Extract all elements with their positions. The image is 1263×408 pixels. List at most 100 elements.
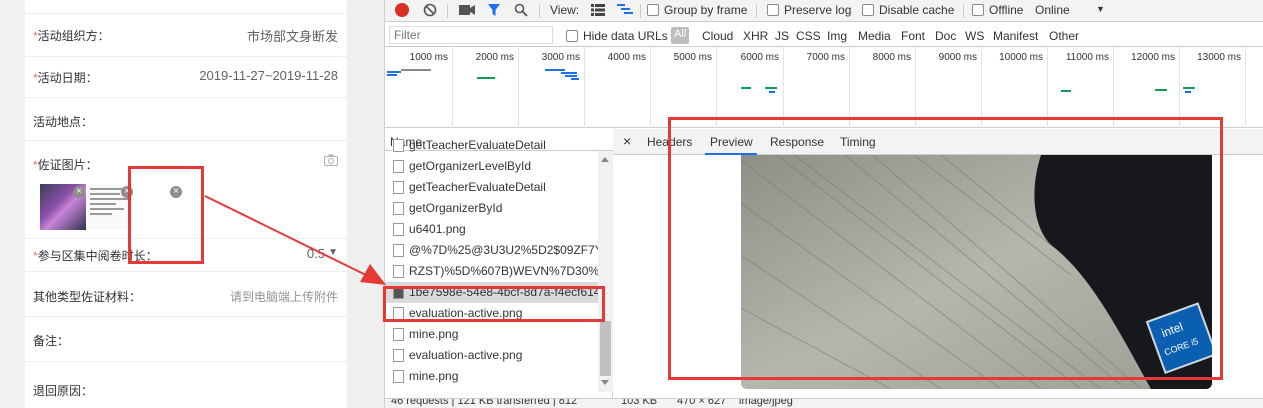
filter-icon[interactable] <box>487 3 501 17</box>
timeline-tick-label: 11000 ms <box>1065 52 1109 63</box>
checkbox-box <box>647 4 659 16</box>
timeline-tick-label: 12000 ms <box>1131 52 1175 63</box>
timeline-gridline <box>849 47 850 128</box>
timeline-bar <box>545 69 565 71</box>
close-icon[interactable]: × <box>623 133 631 149</box>
request-name: getTeacherEvaluateDetail <box>409 138 546 152</box>
timeline-gridline <box>716 47 717 128</box>
request-row[interactable]: getOrganizerById <box>385 198 598 219</box>
filter-type-all[interactable]: All <box>671 27 690 44</box>
timeline-bar <box>401 69 431 71</box>
toolbar-separator <box>756 4 757 18</box>
filter-type-xhr[interactable]: XHR <box>743 29 768 43</box>
offline-checkbox[interactable]: Offline <box>972 3 1023 17</box>
request-row[interactable]: evaluation-active.png <box>385 345 598 366</box>
disable-cache-checkbox[interactable]: Disable cache <box>862 3 954 17</box>
request-row[interactable]: mine.png <box>385 324 598 345</box>
filter-type-font[interactable]: Font <box>901 29 925 43</box>
timeline-bar <box>477 77 495 79</box>
request-row[interactable]: getTeacherEvaluateDetail <box>385 177 598 198</box>
timeline-tick-label: 8000 ms <box>872 52 911 63</box>
form-label: *佐证图片： <box>33 156 98 173</box>
chevron-down-icon[interactable]: ▼ <box>1096 4 1105 14</box>
timeline-gridline <box>981 47 982 128</box>
checkbox-label: Preserve log <box>784 3 852 17</box>
checkbox-label: Disable cache <box>879 3 955 17</box>
form-label: 备注： <box>33 334 70 348</box>
form-row-organizer: *活动组织方： 市场部文身断发 <box>25 14 347 57</box>
record-icon[interactable] <box>395 3 409 17</box>
checkbox-label: Offline <box>989 3 1024 17</box>
request-row[interactable]: u6401.png <box>385 219 598 240</box>
request-row[interactable]: mine.png <box>385 366 598 387</box>
filter-input[interactable] <box>389 26 553 44</box>
request-list-scrollbar[interactable] <box>598 151 613 392</box>
search-icon[interactable] <box>514 3 528 17</box>
checkbox-box <box>862 4 874 16</box>
request-row[interactable]: getTeacherEvaluateDetail <box>385 135 598 156</box>
toolbar-separator <box>447 4 448 18</box>
left-gutter <box>0 0 25 408</box>
checkbox-label: Hide data URLs <box>583 29 668 43</box>
label-text: 活动日期： <box>37 71 98 85</box>
preserve-log-checkbox[interactable]: Preserve log <box>767 3 851 17</box>
timeline-tick-label: 5000 ms <box>673 52 712 63</box>
filter-type-css[interactable]: CSS <box>796 29 821 43</box>
filter-type-manifest[interactable]: Manifest <box>993 29 1038 43</box>
remove-image-icon[interactable]: × <box>73 186 85 198</box>
doc-line <box>90 208 124 210</box>
camera-icon[interactable] <box>324 154 338 166</box>
request-list: Name getTeacherEvaluateDetail getOrganize… <box>385 129 613 408</box>
file-icon <box>393 181 404 194</box>
screenshot-camera-icon[interactable] <box>459 4 475 16</box>
timeline-bar <box>387 74 397 76</box>
scroll-thumb[interactable] <box>600 321 611 376</box>
request-row[interactable]: getOrganizerLevelById <box>385 156 598 177</box>
organizer-value[interactable]: 市场部文身断发 <box>247 26 338 45</box>
file-icon <box>393 160 404 173</box>
filter-type-other[interactable]: Other <box>1049 29 1079 43</box>
request-name: evaluation-active.png <box>409 348 523 362</box>
waterfall-icon[interactable] <box>617 4 633 16</box>
request-name: mine.png <box>409 369 459 383</box>
duration-value[interactable]: 0.5 <box>307 246 325 261</box>
timeline-bar <box>387 71 401 73</box>
hide-data-urls-checkbox[interactable]: Hide data URLs <box>566 29 668 43</box>
filter-type-js[interactable]: JS <box>775 29 789 43</box>
form-label: 其他类型佐证材料： <box>33 290 142 304</box>
scroll-up-icon[interactable] <box>601 157 609 162</box>
preview-mime: image/jpeg <box>739 398 793 407</box>
file-icon <box>393 139 404 152</box>
filter-type-media[interactable]: Media <box>858 29 891 43</box>
filter-type-ws[interactable]: WS <box>965 29 984 43</box>
doc-line <box>90 213 112 215</box>
form-row-other-materials: 其他类型佐证材料： 请到电脑端上传附件 <box>25 272 347 317</box>
network-toolbar: View: Group by frame Preserve log Disabl… <box>385 0 1263 22</box>
doc-line <box>90 203 116 205</box>
label-text: 佐证图片： <box>37 158 98 172</box>
doc-line <box>90 198 128 200</box>
filter-type-cloud[interactable]: Cloud <box>702 29 733 43</box>
annotation-box-missing-image <box>128 166 204 264</box>
date-value[interactable]: 2019-11-27~2019-11-28 <box>199 68 338 83</box>
timeline-tick-label: 13000 ms <box>1197 52 1241 63</box>
timeline-bar <box>561 72 577 74</box>
filter-type-doc[interactable]: Doc <box>935 29 956 43</box>
file-icon <box>393 223 404 236</box>
file-icon <box>393 328 404 341</box>
clear-icon[interactable] <box>423 3 437 17</box>
timeline-tick-label: 9000 ms <box>938 52 977 63</box>
timeline-bar <box>1183 87 1195 89</box>
group-by-frame-checkbox[interactable]: Group by frame <box>647 3 747 17</box>
timeline-overview[interactable]: 1000 ms 2000 ms 3000 ms 4000 ms 5000 ms 6000 … <box>385 47 1263 128</box>
request-row[interactable]: @%7D%25@3U3U2%5D2$09ZF7YS <box>385 240 598 261</box>
request-row[interactable]: RZST)%5D%607B)WEVN%7D30%60 <box>385 261 598 282</box>
duration-stepper-icon[interactable]: ▼ <box>328 247 338 258</box>
scroll-down-icon[interactable] <box>601 380 609 385</box>
toolbar-separator <box>539 4 540 18</box>
throttling-select[interactable]: Online <box>1035 3 1070 17</box>
filter-bar: Hide data URLs All Cloud XHR JS CSS Img … <box>385 23 1263 47</box>
large-rows-icon[interactable] <box>591 4 605 16</box>
timeline-bar <box>1155 89 1167 91</box>
filter-type-img[interactable]: Img <box>827 29 847 43</box>
